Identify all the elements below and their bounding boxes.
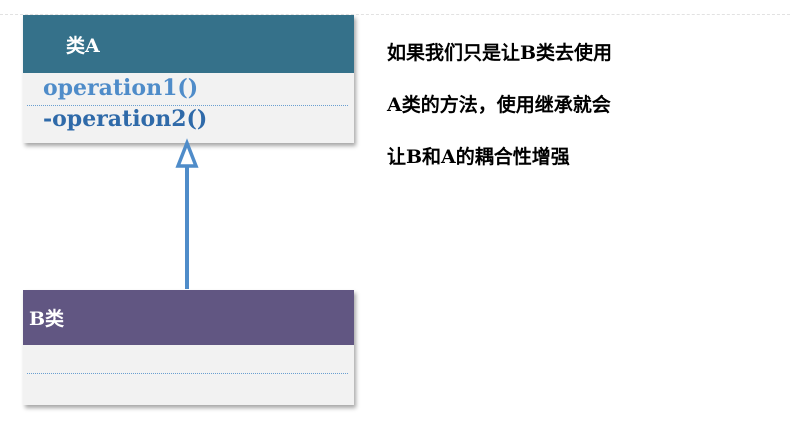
class-b-name: B类: [29, 308, 65, 330]
hollow-triangle-arrowhead-icon: [175, 138, 199, 168]
note-line-1: 如果我们只是让B类去使用: [387, 42, 613, 64]
class-b-divider: [27, 373, 348, 374]
class-b-header: B类: [23, 290, 354, 345]
note-line-3: 让B和A的耦合性增强: [387, 146, 570, 168]
note-line-2: A类的方法，使用继承就会: [387, 94, 611, 116]
class-b-box[interactable]: B类: [23, 290, 354, 405]
